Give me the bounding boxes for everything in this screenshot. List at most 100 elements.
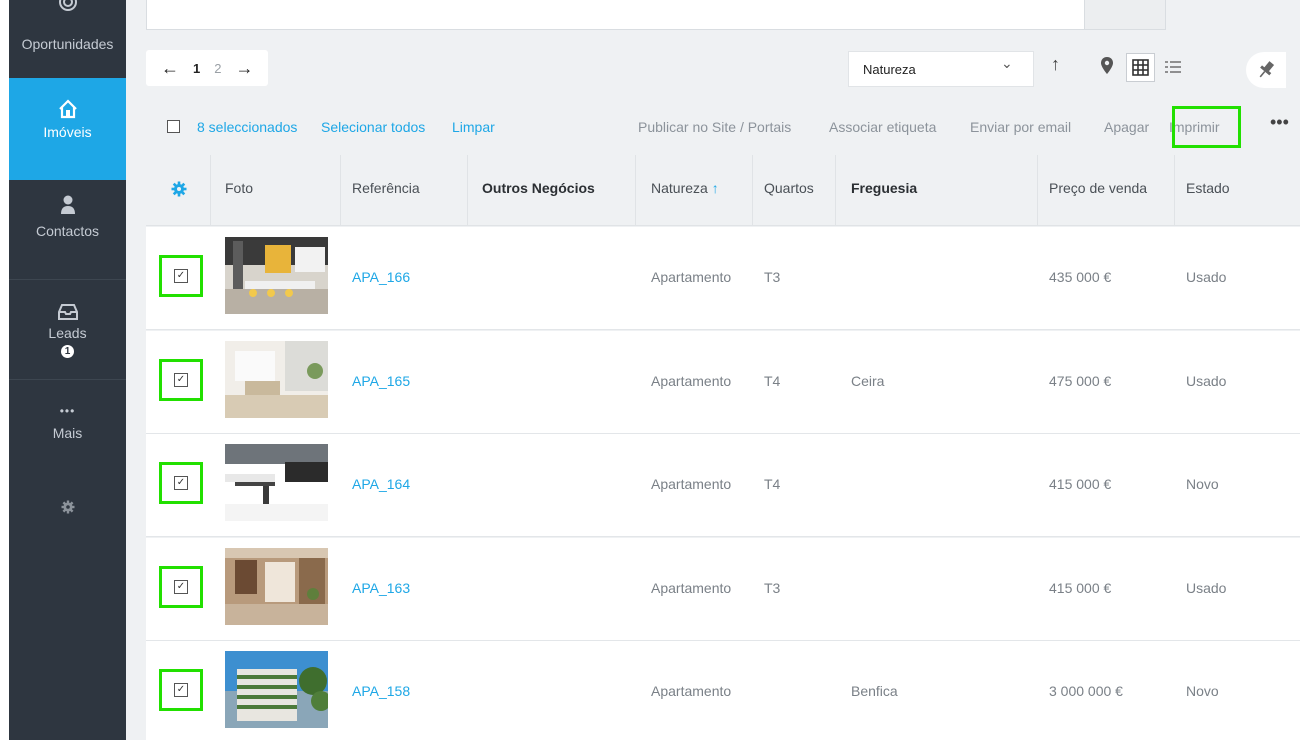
header-freguesia[interactable]: Freguesia bbox=[851, 180, 917, 196]
property-reference-link[interactable]: APA_158 bbox=[352, 683, 410, 699]
arrow-up-icon: ↑ bbox=[711, 180, 719, 196]
property-estado: Novo bbox=[1186, 683, 1219, 699]
delete-button[interactable]: Apagar bbox=[1104, 119, 1149, 135]
divider bbox=[210, 155, 211, 226]
divider bbox=[1037, 155, 1038, 226]
sidebar-item-mais[interactable]: ••• Mais bbox=[9, 405, 126, 455]
column-settings-button[interactable] bbox=[171, 181, 187, 202]
property-photo[interactable] bbox=[225, 237, 328, 314]
property-reference-link[interactable]: APA_166 bbox=[352, 269, 410, 285]
home-icon bbox=[58, 99, 77, 119]
table-row[interactable]: ✓ APA_165 Apartamento T4 Ceira 475 000 €… bbox=[146, 331, 1300, 434]
highlight-box: ✓ bbox=[159, 566, 203, 608]
highlight-box: ✓ bbox=[159, 669, 203, 711]
checkbox-icon[interactable]: ✓ bbox=[174, 683, 188, 697]
property-preco: 415 000 € bbox=[1049, 476, 1112, 492]
arrow-right-icon[interactable]: → bbox=[228, 58, 260, 79]
arrow-left-icon[interactable]: ← bbox=[154, 58, 186, 79]
checkbox-icon[interactable]: ✓ bbox=[174, 580, 188, 594]
list-icon[interactable] bbox=[1160, 54, 1186, 82]
sidebar-item-label: Mais bbox=[52, 425, 83, 441]
publish-button[interactable]: Publicar no Site / Portais bbox=[638, 119, 791, 135]
header-estado[interactable]: Estado bbox=[1186, 180, 1230, 196]
property-photo[interactable] bbox=[225, 444, 328, 521]
chevron-down-icon[interactable]: ⌄ bbox=[1001, 55, 1013, 72]
settings-button[interactable] bbox=[9, 500, 126, 520]
header-referencia[interactable]: Referência bbox=[352, 180, 420, 196]
property-photo[interactable] bbox=[225, 651, 328, 728]
property-preco: 435 000 € bbox=[1049, 269, 1112, 285]
highlight-box bbox=[1172, 106, 1241, 148]
person-icon bbox=[60, 195, 75, 214]
property-freguesia: Ceira bbox=[851, 373, 885, 389]
arrow-up-icon[interactable]: ↑ bbox=[1051, 54, 1060, 75]
sidebar-item-contactos[interactable]: Contactos bbox=[9, 195, 126, 277]
property-photo[interactable] bbox=[225, 548, 328, 625]
page-2-button[interactable]: 2 bbox=[207, 61, 228, 76]
sidebar-item-oportunidades[interactable]: Oportunidades bbox=[9, 0, 126, 78]
select-all-checkbox[interactable] bbox=[167, 120, 180, 133]
email-button[interactable]: Enviar por email bbox=[970, 119, 1071, 135]
property-reference-link[interactable]: APA_164 bbox=[352, 476, 410, 492]
sidebar-item-label: Leads bbox=[48, 325, 87, 341]
divider bbox=[340, 155, 341, 226]
pagination: ← 1 2 → bbox=[146, 50, 269, 86]
sidebar-item-label: Contactos bbox=[35, 223, 100, 239]
table-row[interactable]: ✓ APA_164 Apartamento T4 415 000 € Novo bbox=[146, 434, 1300, 537]
highlight-box: ✓ bbox=[159, 359, 203, 401]
search-button[interactable] bbox=[1084, 0, 1166, 30]
map-pin-icon[interactable] bbox=[1094, 52, 1120, 82]
property-natureza: Apartamento bbox=[651, 476, 732, 492]
inbox-icon bbox=[57, 304, 78, 320]
property-quartos: T4 bbox=[764, 373, 781, 389]
property-quartos: T3 bbox=[764, 580, 781, 596]
header-preco[interactable]: Preço de venda bbox=[1049, 180, 1147, 196]
gear-icon bbox=[61, 500, 74, 514]
checkbox-icon[interactable]: ✓ bbox=[174, 476, 188, 490]
more-icon[interactable]: ••• bbox=[1270, 112, 1289, 133]
grid-icon[interactable] bbox=[1126, 53, 1155, 82]
sidebar: Oportunidades Imóveis Contactos Leads 1 … bbox=[9, 0, 126, 740]
sidebar-item-imoveis[interactable]: Imóveis bbox=[9, 78, 126, 180]
selected-count-link[interactable]: 8 seleccionados bbox=[197, 119, 297, 135]
divider bbox=[9, 379, 126, 380]
divider bbox=[9, 279, 126, 280]
dots-icon: ••• bbox=[59, 404, 76, 418]
tag-button[interactable]: Associar etiqueta bbox=[829, 119, 936, 135]
property-preco: 415 000 € bbox=[1049, 580, 1112, 596]
table-row[interactable]: ✓ APA_163 Apartamento T3 415 000 € Usado bbox=[146, 538, 1300, 641]
property-natureza: Apartamento bbox=[651, 373, 732, 389]
property-estado: Usado bbox=[1186, 269, 1227, 285]
bulk-actions-bar: 8 seleccionados Selecionar todos Limpar … bbox=[146, 110, 1300, 146]
header-outros-negocios[interactable]: Outros Negócios bbox=[482, 180, 595, 196]
gear-icon bbox=[171, 181, 187, 197]
highlight-box: ✓ bbox=[159, 255, 203, 297]
pin-button[interactable] bbox=[1246, 52, 1286, 88]
property-quartos: T4 bbox=[764, 476, 781, 492]
clear-selection-link[interactable]: Limpar bbox=[452, 119, 495, 135]
header-natureza[interactable]: Natureza ↑ bbox=[651, 180, 719, 196]
property-quartos: T3 bbox=[764, 269, 781, 285]
page-1-button[interactable]: 1 bbox=[186, 61, 207, 76]
leads-count-badge: 1 bbox=[61, 345, 74, 358]
search-input[interactable] bbox=[146, 0, 1086, 30]
table-header: Foto Referência Outros Negócios Natureza… bbox=[146, 155, 1300, 226]
header-foto: Foto bbox=[225, 180, 254, 196]
checkbox-icon[interactable]: ✓ bbox=[174, 269, 188, 283]
table-row[interactable]: ✓ APA_158 Apartamento Benfica 3 000 000 … bbox=[146, 641, 1300, 740]
sidebar-item-leads[interactable]: Leads 1 bbox=[9, 303, 126, 378]
divider bbox=[1174, 155, 1175, 226]
header-quartos[interactable]: Quartos bbox=[764, 180, 814, 196]
property-photo[interactable] bbox=[225, 341, 328, 418]
divider bbox=[752, 155, 753, 226]
property-reference-link[interactable]: APA_163 bbox=[352, 580, 410, 596]
property-reference-link[interactable]: APA_165 bbox=[352, 373, 410, 389]
property-natureza: Apartamento bbox=[651, 269, 732, 285]
property-natureza: Apartamento bbox=[651, 683, 732, 699]
checkbox-icon[interactable]: ✓ bbox=[174, 373, 188, 387]
sidebar-item-label: Imóveis bbox=[43, 124, 92, 140]
select-all-link[interactable]: Selecionar todos bbox=[321, 119, 425, 135]
highlight-box: ✓ bbox=[159, 462, 203, 504]
header-natureza-label: Natureza bbox=[651, 180, 708, 196]
table-row[interactable]: ✓ APA_166 Apartamento T3 435 000 € Usado bbox=[146, 227, 1300, 330]
